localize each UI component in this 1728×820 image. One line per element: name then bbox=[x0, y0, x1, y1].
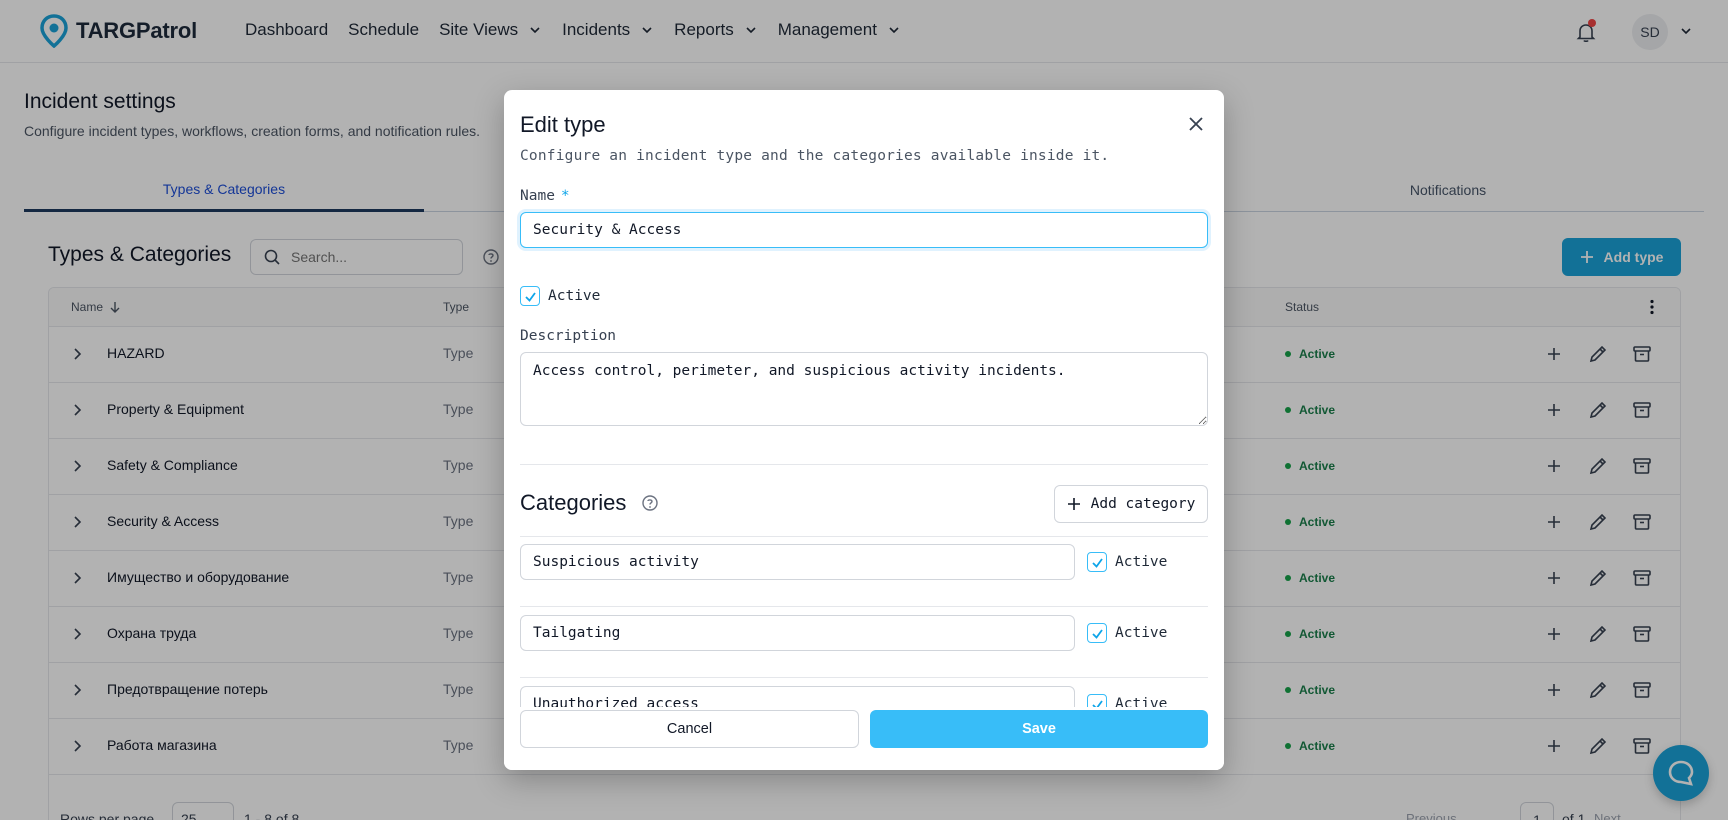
help-circle-icon[interactable] bbox=[641, 494, 659, 512]
category-active-label: Active bbox=[1115, 625, 1168, 641]
add-category-button[interactable]: Add category bbox=[1054, 485, 1208, 523]
divider bbox=[520, 536, 1208, 537]
divider bbox=[520, 606, 1208, 607]
category-name-field[interactable] bbox=[520, 544, 1075, 580]
divider bbox=[520, 464, 1208, 465]
dialog-title: Edit type bbox=[520, 112, 606, 137]
save-label: Save bbox=[1022, 721, 1056, 737]
required-mark: * bbox=[560, 188, 570, 204]
categories-heading: Categories bbox=[520, 490, 627, 515]
cancel-button[interactable]: Cancel bbox=[520, 710, 859, 748]
description-field[interactable]: Access control, perimeter, and suspiciou… bbox=[520, 352, 1208, 426]
category-name-field[interactable] bbox=[520, 615, 1075, 651]
category-active-checkbox[interactable] bbox=[1087, 552, 1107, 572]
name-field-label: Name * bbox=[520, 188, 570, 204]
check-icon bbox=[524, 291, 536, 302]
cancel-label: Cancel bbox=[666, 721, 713, 737]
check-icon bbox=[1091, 628, 1103, 639]
add-category-label: Add category bbox=[1090, 496, 1196, 512]
divider bbox=[520, 677, 1208, 678]
check-icon bbox=[1091, 557, 1103, 568]
dialog-footer: Cancel Save bbox=[504, 707, 1224, 770]
dialog-subtitle: Configure an incident type and the categ… bbox=[520, 148, 1110, 164]
active-checkbox[interactable] bbox=[520, 286, 540, 306]
plus-icon bbox=[1067, 498, 1080, 510]
category-active-checkbox[interactable] bbox=[1087, 623, 1107, 643]
close-icon[interactable] bbox=[1186, 114, 1206, 134]
name-field[interactable] bbox=[520, 212, 1208, 248]
edit-type-dialog: Edit type Configure an incident type and… bbox=[504, 90, 1224, 770]
active-checkbox-label: Active bbox=[548, 288, 601, 304]
category-active-label: Active bbox=[1115, 554, 1168, 570]
name-label-text: Name bbox=[520, 188, 555, 204]
description-field-label: Description bbox=[520, 328, 617, 344]
save-button[interactable]: Save bbox=[870, 710, 1208, 748]
